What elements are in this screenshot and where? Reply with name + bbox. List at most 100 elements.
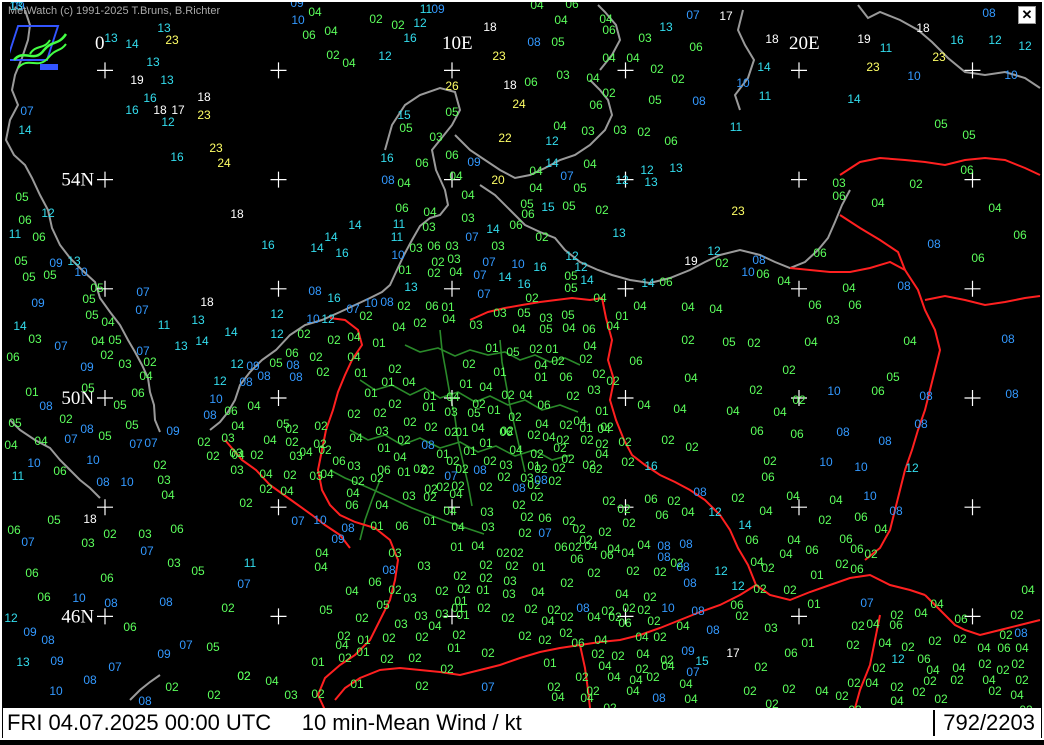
station-value: 05 [564,281,578,295]
station-value: 23 [932,50,946,64]
graticule-cross [444,280,460,297]
station-value: 01 [534,370,548,384]
station-value: 07 [477,287,491,301]
station-value: 05 [269,356,283,370]
station-value: 04 [903,334,917,348]
station-value: 04 [345,584,359,598]
station-value: 04 [633,299,647,313]
station-value: 02 [622,601,636,615]
station-value: 06 [854,510,868,524]
graticule-label: 10E [442,33,473,54]
station-value: 06 [499,425,513,439]
station-value: 18 [765,32,779,46]
station-value: 02 [529,342,543,356]
station-value: 10 [291,13,305,27]
station-value: 02 [283,468,297,482]
station-value: 04 [681,300,695,314]
station-value: 04 [583,339,597,353]
station-value: 02 [595,203,609,217]
graticule-cross [791,171,807,188]
station-value: 05 [206,640,220,654]
station-value: 03 [118,357,132,371]
station-value: 02 [909,177,923,191]
station-value: 02 [338,651,352,665]
station-value: 08 [527,35,541,49]
station-value: 14 [13,319,27,333]
station-value: 04 [530,0,544,12]
station-value: 06 [750,424,764,438]
station-value: 04 [4,438,18,452]
station-value: 02 [846,638,860,652]
station-value: 06 [960,163,974,177]
station-value: 16 [533,260,547,274]
station-value: 14 [195,334,209,348]
station-value: 02 [589,462,603,476]
station-value: 04 [320,467,334,481]
station-value: 04 [597,422,611,436]
station-value: 15 [397,108,411,122]
station-value: 08 [534,473,548,487]
station-value: 16 [403,31,417,45]
station-value: 06 [377,463,391,477]
station-value: 05 [108,333,122,347]
station-value: 04 [759,504,773,518]
station-value: 03 [388,546,402,560]
station-value: 11 [9,227,22,241]
station-value: 18 [916,21,930,35]
station-value: 09 [467,155,481,169]
station-value: 02 [912,685,926,699]
station-value: 10 [86,453,100,467]
station-value: 07 [21,535,35,549]
station-value: 01 [487,403,501,417]
station-value: 13 [160,73,174,87]
station-value: 14 [348,218,362,232]
graticule-cross [617,280,634,297]
station-value: 04 [393,450,407,464]
station-value: 04 [231,448,245,462]
station-value: 04 [580,691,594,705]
station-value: 04 [635,630,649,644]
station-value: 08 [836,425,850,439]
station-value: 02 [592,367,606,381]
station-value: 07 [465,230,479,244]
station-value: 14 [224,325,238,339]
station-value: 04 [34,434,48,448]
station-value: 02 [481,646,495,660]
station-value: 04 [586,71,600,85]
station-value: 05 [22,270,36,284]
station-value: 05 [125,418,139,432]
station-value: 11 [759,89,772,103]
station-value: 06 [445,148,459,162]
station-value: 02 [835,689,849,703]
station-value: 05 [113,398,127,412]
station-value: 02 [501,611,515,625]
station-value: 02 [408,651,422,665]
station-value: 02 [617,502,631,516]
station-value: 03 [503,574,517,588]
station-value: 02 [239,496,253,510]
station-value: 02 [424,420,438,434]
station-value: 04 [673,402,687,416]
station-value: 04 [621,546,635,560]
station-value: 03 [28,332,42,346]
station-value: 13 [659,20,673,34]
station-value: 02 [525,291,539,305]
station-value: 02 [851,619,865,633]
close-button[interactable]: ✕ [1018,6,1036,24]
station-value: 02 [763,454,777,468]
station-value: 05 [467,406,481,420]
station-value: 04 [842,281,856,295]
station-value: 06 [664,134,678,148]
station-value: 06 [761,470,775,484]
station-value: 18 [197,90,211,104]
station-value: 02 [316,365,330,379]
station-value: 02 [566,389,580,403]
station-value: 06 [745,533,759,547]
station-value: 02 [653,565,667,579]
station-value: 05 [962,128,976,142]
station-value: 10 [391,248,405,262]
station-value: 02 [496,546,510,560]
station-value: 02 [237,669,251,683]
station-value: 06 [395,201,409,215]
graticule-cross [964,280,981,297]
